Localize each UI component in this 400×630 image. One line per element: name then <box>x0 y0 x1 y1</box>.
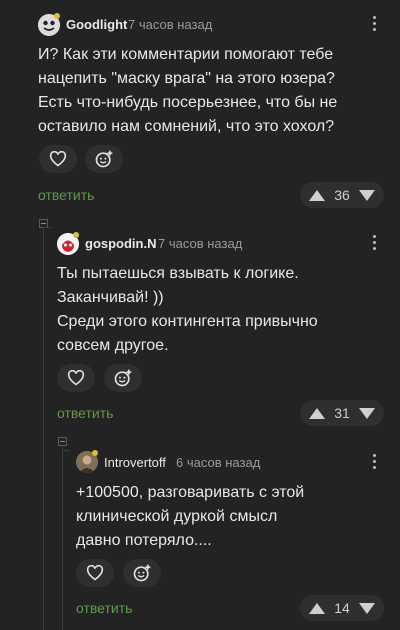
comment-author[interactable]: Goodlight <box>66 17 127 32</box>
reply-link[interactable]: ответить <box>57 405 113 421</box>
comment-line: клинической дуркой смысл <box>76 508 278 525</box>
heart-icon <box>67 370 85 386</box>
reply-link[interactable]: ответить <box>38 187 94 203</box>
arrow-up-icon[interactable] <box>309 189 325 201</box>
comment-line: оставило нам сомнений, что это хохол? <box>38 118 335 135</box>
thread-line[interactable] <box>62 446 63 630</box>
like-button[interactable] <box>57 364 95 392</box>
heart-icon <box>86 565 104 581</box>
comment-time: 6 часов назад <box>176 455 261 470</box>
more-vertical-icon[interactable] <box>372 454 376 469</box>
reaction-button[interactable] <box>85 145 123 173</box>
like-button[interactable] <box>76 559 114 587</box>
comment-line: Заканчивай! )) <box>57 289 164 306</box>
emoji-add-icon <box>133 564 151 582</box>
emoji-add-icon <box>95 150 113 168</box>
online-indicator <box>54 13 60 19</box>
comment-line: совсем другое. <box>57 337 169 354</box>
comment-time: 7 часов назад <box>128 17 213 32</box>
comment-time: 7 часов назад <box>158 236 243 251</box>
reaction-button[interactable] <box>123 559 161 587</box>
comment-line: +100500, разговаривать с этой <box>76 484 305 501</box>
heart-icon <box>49 151 67 167</box>
comment-line: давно потеряло.... <box>76 532 212 549</box>
more-vertical-icon[interactable] <box>372 16 376 31</box>
rating-control: 31 <box>300 400 384 426</box>
thread-line[interactable] <box>43 228 44 630</box>
comment-line: нацепить "маску врага" на этого юзера? <box>38 70 335 87</box>
thread-connector <box>43 227 51 228</box>
online-indicator <box>73 232 79 238</box>
comment-author[interactable]: gospodin.N <box>85 236 157 251</box>
more-vertical-icon[interactable] <box>372 235 376 250</box>
comment-line: Есть что-нибудь посерьезнее, что бы не <box>38 94 338 111</box>
collapse-thread-button[interactable] <box>58 437 67 446</box>
reaction-button[interactable] <box>104 364 142 392</box>
arrow-down-icon[interactable] <box>358 189 375 201</box>
rating-value: 36 <box>334 187 350 203</box>
comment-text: Ты пытаешься взывать к логике. Заканчива… <box>57 262 318 358</box>
arrow-down-icon[interactable] <box>358 602 375 614</box>
comment-text: И? Как эти комментарии помогают тебе нац… <box>38 43 337 139</box>
like-button[interactable] <box>39 145 77 173</box>
arrow-up-icon[interactable] <box>309 407 325 419</box>
reply-link[interactable]: ответить <box>76 600 132 616</box>
thread-connector <box>62 450 70 451</box>
emoji-add-icon <box>114 369 132 387</box>
comment-author[interactable]: Introvertoff <box>104 455 166 470</box>
rating-control: 14 <box>300 595 384 621</box>
online-indicator <box>92 450 98 456</box>
rating-control: 36 <box>300 182 384 208</box>
arrow-down-icon[interactable] <box>358 407 375 419</box>
comment-line: И? Как эти комментарии помогают тебе <box>38 46 334 63</box>
arrow-up-icon[interactable] <box>309 602 325 614</box>
comment-line: Ты пытаешься взывать к логике. <box>57 265 299 282</box>
comment-text: +100500, разговаривать с этой клиническо… <box>76 481 304 553</box>
comment-line: Среди этого контингента привычно <box>57 313 318 330</box>
rating-value: 14 <box>334 600 350 616</box>
rating-value: 31 <box>334 405 350 421</box>
